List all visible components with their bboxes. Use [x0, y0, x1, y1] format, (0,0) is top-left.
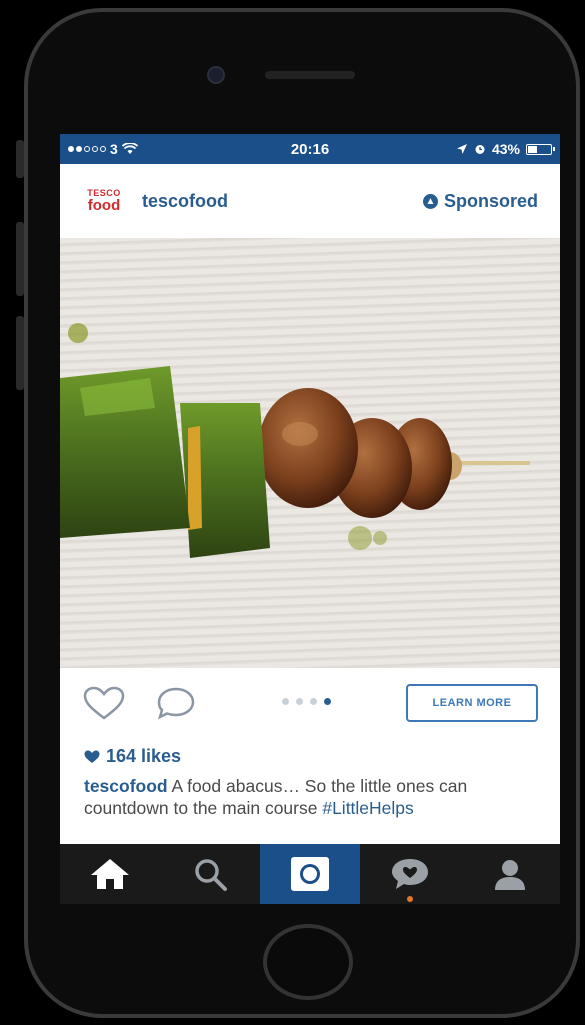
likes-count[interactable]: 164 likes	[60, 738, 560, 767]
mute-switch	[16, 140, 24, 178]
carousel-dot	[324, 698, 331, 705]
tab-activity[interactable]	[360, 844, 460, 904]
earpiece-speaker	[265, 71, 355, 79]
volume-down-button	[16, 316, 24, 390]
search-icon	[195, 859, 227, 891]
post-actions: LEARN MORE	[60, 668, 560, 738]
carousel-indicator	[282, 698, 331, 705]
post-header: TESCO food tescofood ▲ Sponsored	[60, 164, 560, 238]
home-button[interactable]	[263, 924, 353, 1000]
camera-icon	[291, 857, 329, 891]
heart-icon[interactable]	[82, 685, 126, 721]
bottom-tab-bar	[60, 844, 560, 904]
post-caption: tescofood A food abacus… So the little o…	[60, 767, 560, 819]
sponsored-arrow-icon: ▲	[422, 193, 438, 209]
learn-more-button[interactable]: LEARN MORE	[406, 684, 538, 722]
volume-up-button	[16, 222, 24, 296]
filled-heart-icon	[84, 750, 100, 763]
post-username[interactable]: tescofood	[142, 191, 228, 212]
comment-icon[interactable]	[154, 685, 198, 721]
front-camera	[207, 66, 225, 84]
caption-username[interactable]: tescofood	[84, 776, 168, 796]
carousel-dot	[282, 698, 289, 705]
caption-hashtag[interactable]: #LittleHelps	[322, 798, 413, 818]
profile-icon	[495, 860, 525, 890]
tesco-food-logo[interactable]: TESCO food	[82, 182, 126, 220]
location-arrow-icon	[456, 144, 467, 154]
tab-home[interactable]	[60, 844, 160, 904]
carousel-dot	[296, 698, 303, 705]
post-photo[interactable]	[60, 238, 560, 668]
notification-dot	[407, 896, 413, 902]
tab-search[interactable]	[160, 844, 260, 904]
activity-icon	[392, 859, 428, 889]
battery-icon	[526, 143, 555, 155]
kebab-image	[60, 323, 530, 558]
screen: 3 20:16 43% TESCO food tescofood ▲ Spons…	[60, 134, 560, 904]
tab-camera[interactable]	[260, 844, 360, 904]
carousel-dot	[310, 698, 317, 705]
tab-profile[interactable]	[460, 844, 560, 904]
home-icon	[91, 859, 129, 889]
alarm-icon	[475, 145, 485, 154]
sponsored-label[interactable]: ▲ Sponsored	[422, 191, 538, 212]
status-bar: 3 20:16 43%	[60, 134, 560, 164]
battery-percent: 43%	[491, 141, 520, 157]
